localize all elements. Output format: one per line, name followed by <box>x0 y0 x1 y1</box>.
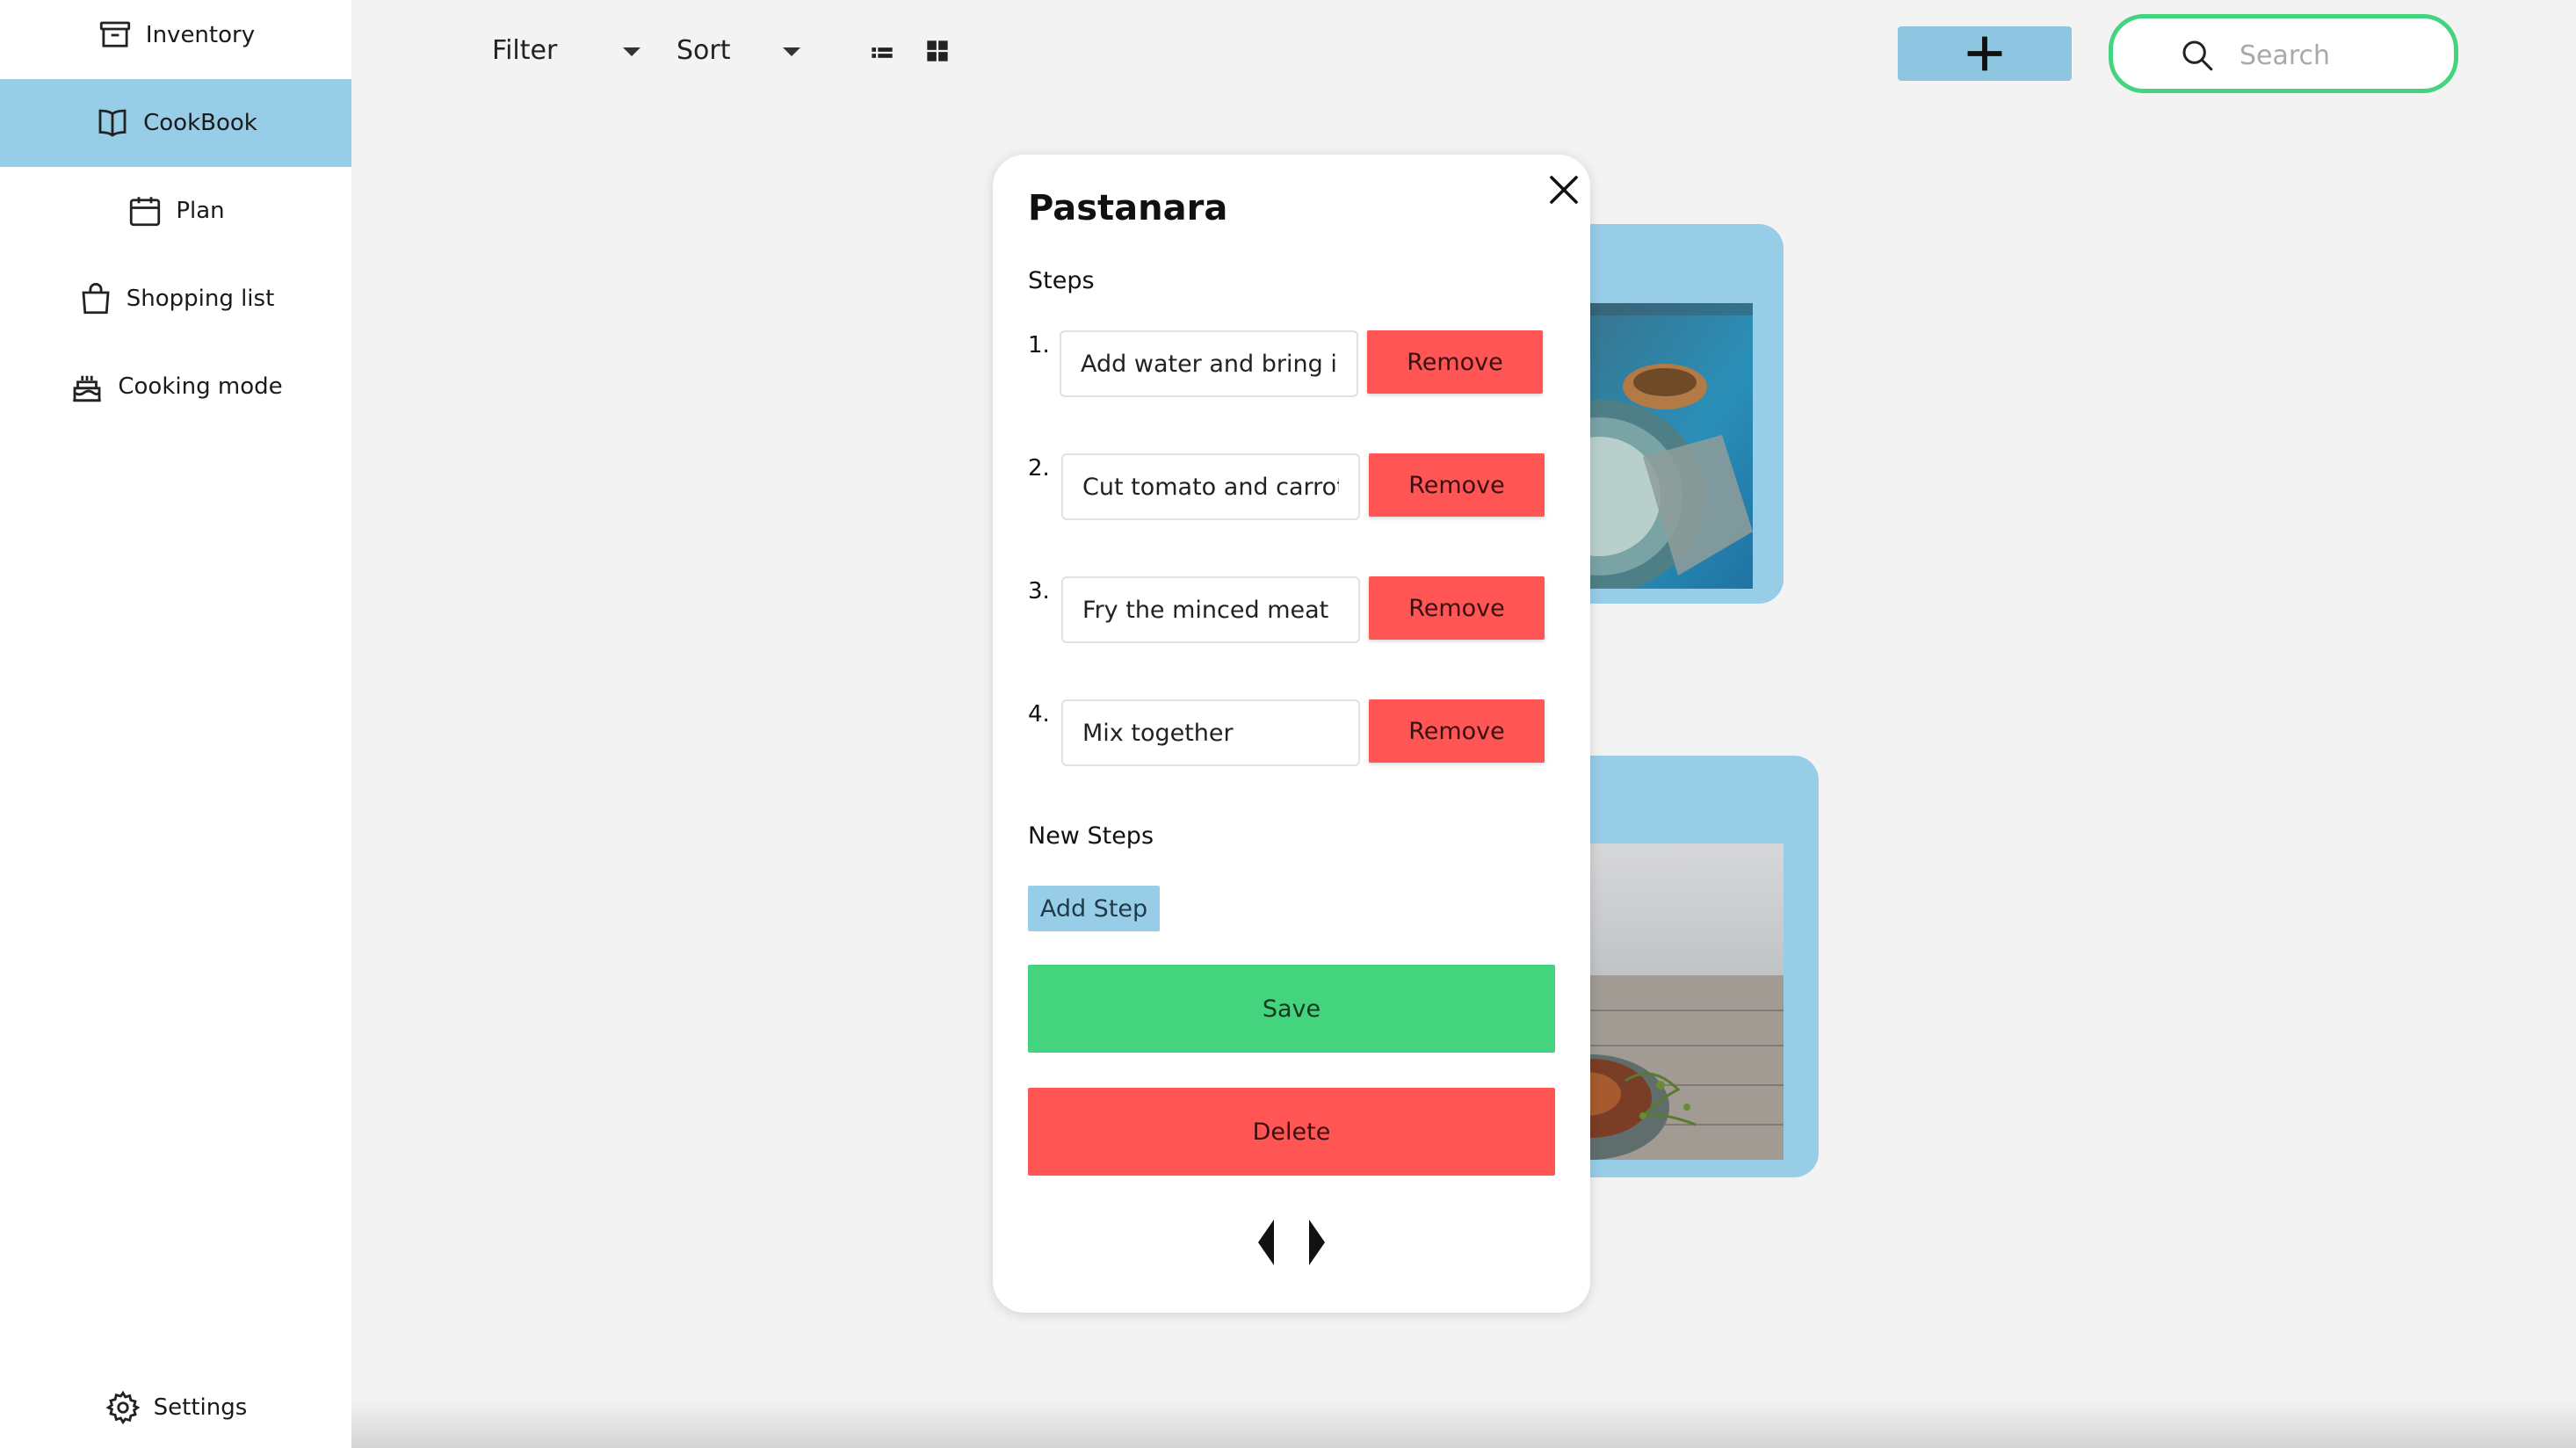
calendar-icon <box>127 192 163 229</box>
save-button[interactable]: Save <box>1028 965 1555 1053</box>
plus-icon <box>1967 36 2002 71</box>
arrow-left-icon[interactable] <box>1255 1218 1277 1267</box>
search-input[interactable] <box>2240 40 2433 71</box>
list-view-icon[interactable] <box>870 40 894 65</box>
cake-icon <box>69 368 105 405</box>
recipe-title: Pastanara <box>1028 188 1228 228</box>
step-number: 3. <box>1028 578 1050 605</box>
sidebar-item-shopping-list[interactable]: Shopping list <box>0 255 351 343</box>
steps-heading: Steps <box>1028 267 1095 294</box>
sidebar-item-label: Settings <box>153 1394 248 1421</box>
search-box[interactable] <box>2109 14 2458 93</box>
step-row: 4. Remove <box>1028 699 1573 770</box>
sidebar-item-label: Inventory <box>145 22 256 48</box>
step-row: 1. Remove <box>1028 330 1573 401</box>
recipe-photo <box>1573 843 1784 1160</box>
shopping-bag-icon <box>77 280 114 317</box>
step-row: 2. Remove <box>1028 453 1573 524</box>
book-open-icon <box>94 105 131 141</box>
new-steps-heading: New Steps <box>1028 822 1154 850</box>
step-input[interactable] <box>1061 453 1360 520</box>
step-number: 2. <box>1028 455 1050 481</box>
delete-button[interactable]: Delete <box>1028 1088 1555 1176</box>
sidebar-item-cookbook[interactable]: CookBook <box>0 79 351 167</box>
step-input[interactable] <box>1060 330 1358 397</box>
sidebar-item-label: Shopping list <box>126 286 275 312</box>
step-number: 1. <box>1028 332 1050 358</box>
arrow-right-icon[interactable] <box>1306 1218 1328 1267</box>
close-icon[interactable] <box>1543 169 1585 211</box>
step-input[interactable] <box>1061 576 1360 643</box>
recipe-edit-modal: Pastanara Steps 1. Remove 2. Remove 3. R… <box>993 155 1590 1313</box>
sidebar-item-settings[interactable]: Settings <box>0 1364 351 1448</box>
sidebar-item-label: CookBook <box>143 110 257 136</box>
add-step-button[interactable]: Add Step <box>1028 886 1160 931</box>
remove-step-button[interactable]: Remove <box>1367 330 1543 394</box>
sidebar-item-inventory[interactable]: Inventory <box>0 0 351 79</box>
chevron-down-icon[interactable] <box>623 47 640 56</box>
step-number: 4. <box>1028 701 1050 728</box>
recipe-pager <box>1255 1216 1328 1269</box>
bottom-shade <box>351 1399 2576 1448</box>
add-recipe-button[interactable] <box>1898 26 2072 81</box>
remove-step-button[interactable]: Remove <box>1369 699 1545 763</box>
archive-box-icon <box>97 17 134 54</box>
chevron-down-icon[interactable] <box>783 47 800 56</box>
sidebar-item-label: Cooking mode <box>118 373 283 400</box>
gear-icon <box>105 1389 141 1426</box>
step-row: 3. Remove <box>1028 576 1573 647</box>
sidebar-item-plan[interactable]: Plan <box>0 167 351 255</box>
filter-dropdown[interactable]: Filter <box>492 35 557 66</box>
remove-step-button[interactable]: Remove <box>1369 453 1545 517</box>
sidebar-item-cooking-mode[interactable]: Cooking mode <box>0 343 351 431</box>
remove-step-button[interactable]: Remove <box>1369 576 1545 640</box>
sidebar-item-label: Plan <box>176 198 225 224</box>
sort-dropdown[interactable]: Sort <box>677 35 731 66</box>
search-icon <box>2182 40 2213 71</box>
grid-view-icon[interactable] <box>925 39 950 63</box>
sidebar: Inventory CookBook Plan Shopping list Co… <box>0 0 351 1448</box>
step-input[interactable] <box>1061 699 1360 766</box>
